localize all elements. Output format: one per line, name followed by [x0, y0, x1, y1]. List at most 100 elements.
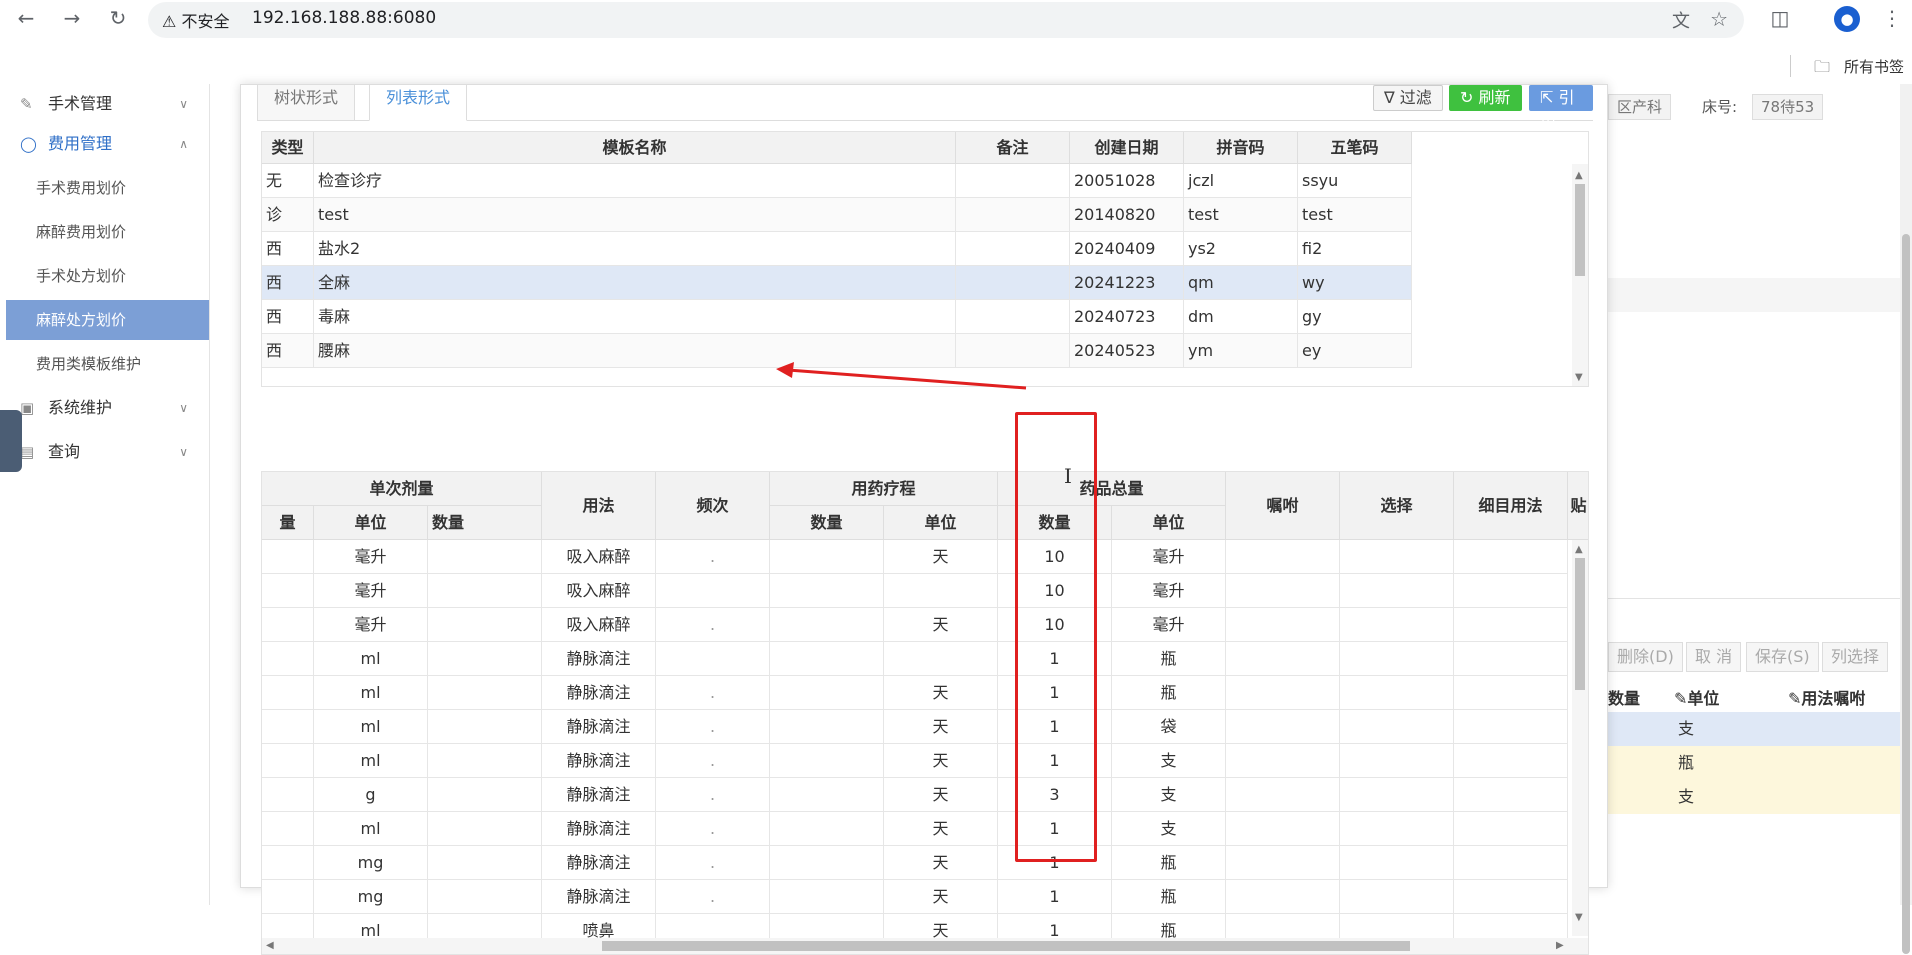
table-cell [770, 676, 884, 710]
sidebar-item-fees[interactable]: ◯ 费用管理 ∧ [0, 124, 210, 164]
header-dose-amount[interactable]: 量 [262, 506, 314, 540]
table-row[interactable]: 毫升 吸入麻醉. 天 10 毫升 [262, 540, 1568, 574]
header-detail-usage[interactable]: 细目用法 [1454, 472, 1568, 540]
table-cell: 1 [998, 846, 1112, 880]
cite-icon: ⇱ [1540, 88, 1554, 107]
table-cell: 瓶 [1112, 846, 1226, 880]
table-cell: ml [314, 642, 428, 676]
drawer-handle[interactable] [0, 410, 22, 472]
header-col-remark[interactable]: 备注 [956, 132, 1070, 164]
page-scrollbar[interactable] [1900, 84, 1912, 954]
cite-button[interactable]: ⇱ 引用 [1529, 85, 1593, 131]
table-row[interactable]: 诊 test 20140820 test test [262, 198, 1412, 232]
table-row[interactable]: ml 静脉滴注. 天 1 支 [262, 812, 1568, 846]
header-paste[interactable]: 贴 [1568, 472, 1588, 540]
scroll-down-icon[interactable]: ▼ [1575, 372, 1583, 383]
scroll-up-icon[interactable]: ▲ [1575, 544, 1583, 555]
column-select-button[interactable]: 列选择 [1822, 642, 1889, 672]
header-col-type[interactable]: 类型 [262, 132, 314, 164]
table-row[interactable]: 西毒麻 20240723 dm gy [262, 300, 1412, 334]
bg-table-row[interactable]: 支 [1590, 712, 1912, 746]
table-row[interactable]: ml 静脉滴注. 天 1 袋 [262, 710, 1568, 744]
table-row[interactable]: mg 静脉滴注. 天 1 瓶 [262, 846, 1568, 880]
table-row[interactable]: 无检查诊疗 20051028 jczl ssyu [262, 164, 1412, 198]
header-usage[interactable]: 用法 [542, 472, 656, 540]
vertical-scrollbar[interactable] [1572, 540, 1588, 936]
cancel-button[interactable]: 取 消 [1686, 642, 1742, 672]
header-frequency[interactable]: 频次 [656, 472, 770, 540]
sidebar-item-surgery-rx[interactable]: 手术处方划价 [0, 256, 210, 296]
header-total-unit[interactable]: 单位 [1112, 506, 1226, 540]
horizontal-scrollbar[interactable] [262, 938, 1588, 954]
header-col-wubi[interactable]: 五笔码 [1298, 132, 1412, 164]
header-total[interactable]: 药品总量 [998, 472, 1226, 506]
profile-avatar-icon[interactable]: ● [1834, 6, 1860, 32]
header-single-dose[interactable]: 单次剂量 [262, 472, 542, 506]
table-cell: 毫升 [1112, 540, 1226, 574]
header-course[interactable]: 用药疗程 [770, 472, 998, 506]
table-cell: 吸入麻醉 [542, 608, 656, 642]
table-row[interactable]: 毫升 吸入麻醉 10 毫升 [262, 574, 1568, 608]
table-row[interactable]: 西盐水2 20240409 ys2 fi2 [262, 232, 1412, 266]
tab-list[interactable]: 列表形式 [369, 85, 468, 121]
header-total-qty[interactable]: 数量 [998, 506, 1112, 540]
header-course-unit[interactable]: 单位 [884, 506, 998, 540]
vertical-scrollbar[interactable] [1572, 164, 1588, 386]
table-cell [1454, 608, 1568, 642]
table-row[interactable]: g 静脉滴注. 天 3 支 [262, 778, 1568, 812]
table-cell [428, 710, 542, 744]
sidebar-item-surgery-fee[interactable]: 手术费用划价 [0, 168, 210, 208]
sidebar-item-query[interactable]: ▤ 查询 ∨ [0, 432, 210, 472]
header-col-pinyin[interactable]: 拼音码 [1184, 132, 1298, 164]
extensions-icon[interactable]: ◫ [1768, 5, 1792, 31]
scroll-left-icon[interactable]: ◀ [266, 940, 274, 951]
table-cell [770, 744, 884, 778]
header-col-template-name[interactable]: 模板名称 [314, 132, 956, 164]
table-row[interactable]: 毫升 吸入麻醉. 天 10 毫升 [262, 608, 1568, 642]
reload-icon[interactable]: ↻ [106, 5, 130, 31]
table-cell: ml [314, 676, 428, 710]
header-col-created[interactable]: 创建日期 [1070, 132, 1184, 164]
sidebar-item-system[interactable]: ▣ 系统维护 ∨ [0, 388, 210, 428]
header-select[interactable]: 选择 [1340, 472, 1454, 540]
scroll-down-icon[interactable]: ▼ [1575, 912, 1583, 923]
bg-table-row[interactable]: 支 [1590, 780, 1912, 814]
table-row[interactable]: ml 静脉滴注. 天 1 瓶 [262, 676, 1568, 710]
header-course-qty[interactable]: 数量 [770, 506, 884, 540]
table-cell: 瓶 [1112, 676, 1226, 710]
refresh-button[interactable]: ↻ 刷新 [1449, 85, 1522, 111]
chevron-up-icon: ∧ [179, 137, 188, 151]
menu-icon[interactable]: ⋮ [1880, 5, 1904, 31]
sidebar-item-anesthesia-rx[interactable]: 麻醉处方划价 [6, 300, 209, 340]
sidebar-item-label: 麻醉处方划价 [36, 311, 127, 329]
table-cell [428, 574, 542, 608]
star-icon[interactable]: ☆ [1710, 7, 1728, 31]
sidebar-item-template-maint[interactable]: 费用类模板维护 [0, 344, 210, 384]
sidebar-item-anesthesia-fee[interactable]: 麻醉费用划价 [0, 212, 210, 252]
header-dose-qty[interactable]: 数量 [428, 506, 542, 540]
back-icon[interactable]: ← [14, 5, 38, 31]
scroll-up-icon[interactable]: ▲ [1575, 170, 1583, 181]
address-bar[interactable]: ⚠ 不安全 192.168.188.88:6080 文 ☆ [148, 2, 1744, 38]
bg-table-row[interactable]: 瓶 [1590, 746, 1912, 780]
delete-button[interactable]: 删除(D) [1608, 642, 1683, 672]
table-cell [770, 812, 884, 846]
filter-button[interactable]: ∇ 过滤 [1373, 85, 1443, 111]
table-cell [770, 642, 884, 676]
forward-icon[interactable]: → [60, 5, 84, 31]
save-button[interactable]: 保存(S) [1746, 642, 1819, 672]
table-row[interactable]: ml 静脉滴注 1 瓶 [262, 642, 1568, 676]
tab-tree[interactable]: 树状形式 [257, 85, 356, 121]
scroll-right-icon[interactable]: ▶ [1556, 940, 1564, 951]
table-row[interactable]: 西全麻 20241223 qm wy [262, 266, 1412, 300]
table-cell: jczl [1184, 164, 1298, 198]
header-dose-unit[interactable]: 单位 [314, 506, 428, 540]
all-bookmarks-label[interactable]: 所有书签 [1844, 56, 1904, 77]
table-row[interactable]: ml 静脉滴注. 天 1 支 [262, 744, 1568, 778]
table-cell: 西 [262, 232, 314, 266]
table-row[interactable]: mg 静脉滴注. 天 1 瓶 [262, 880, 1568, 914]
header-note[interactable]: 嘱咐 [1226, 472, 1340, 540]
sidebar-item-surgery[interactable]: ✎ 手术管理 ∨ [0, 84, 210, 124]
table-cell: 1 [998, 744, 1112, 778]
translate-icon[interactable]: 文 [1672, 7, 1690, 33]
